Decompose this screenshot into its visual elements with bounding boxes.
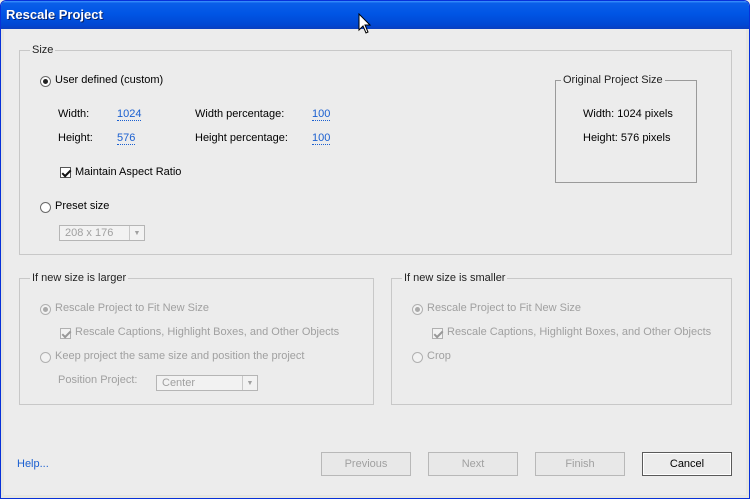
previous-button[interactable]: Previous (321, 452, 411, 476)
original-height-text: Height: 576 pixels (583, 132, 671, 144)
window-title: Rescale Project (6, 7, 103, 22)
smaller-rescale-fit-label[interactable]: Rescale Project to Fit New Size (427, 302, 581, 314)
larger-rescale-fit-radio[interactable] (40, 304, 51, 315)
original-size-legend: Original Project Size (561, 74, 665, 86)
smaller-rescale-fit-radio[interactable] (412, 304, 423, 315)
mouse-cursor-icon (358, 13, 372, 34)
size-legend: Size (30, 44, 56, 56)
preset-size-select[interactable]: 208 x 176 ▼ (59, 225, 145, 241)
smaller-rescale-captions-label[interactable]: Rescale Captions, Highlight Boxes, and O… (447, 326, 711, 338)
size-group: Size User defined (custom) Width: 1024 H… (19, 44, 732, 255)
chevron-down-icon: ▼ (129, 226, 144, 240)
height-percentage-input[interactable]: 100 (312, 132, 331, 145)
preset-size-label[interactable]: Preset size (55, 200, 109, 212)
dialog-body: Size User defined (custom) Width: 1024 H… (4, 29, 746, 495)
position-project-select[interactable]: Center ▼ (156, 375, 258, 391)
rescale-project-dialog: Rescale Project Size User defined (custo… (0, 0, 750, 499)
original-size-box: Original Project Size Width: 1024 pixels… (555, 74, 697, 183)
position-project-label: Position Project: (58, 374, 138, 386)
height-value-input[interactable]: 576 (117, 132, 136, 145)
user-defined-label[interactable]: User defined (custom) (55, 74, 163, 86)
original-width-text: Width: 1024 pixels (583, 108, 673, 120)
preset-size-radio[interactable] (40, 202, 51, 213)
position-project-value: Center (162, 377, 196, 389)
width-percentage-input[interactable]: 100 (312, 108, 331, 121)
smaller-legend: If new size is smaller (402, 272, 508, 284)
title-bar[interactable]: Rescale Project (1, 1, 749, 29)
cancel-button[interactable]: Cancel (642, 452, 732, 476)
keep-same-size-label[interactable]: Keep project the same size and position … (55, 350, 304, 362)
larger-group: If new size is larger Rescale Project to… (19, 272, 374, 405)
height-percentage-label: Height percentage: (195, 132, 288, 144)
crop-label[interactable]: Crop (427, 350, 451, 362)
keep-same-size-radio[interactable] (40, 352, 51, 363)
chevron-down-icon: ▼ (242, 376, 257, 390)
smaller-group: If new size is smaller Rescale Project t… (391, 272, 732, 405)
larger-legend: If new size is larger (30, 272, 129, 284)
maintain-aspect-checkbox[interactable] (60, 167, 71, 178)
larger-rescale-captions-label[interactable]: Rescale Captions, Highlight Boxes, and O… (75, 326, 339, 338)
next-button[interactable]: Next (428, 452, 518, 476)
preset-size-value: 208 x 176 (65, 227, 114, 239)
height-label: Height: (58, 132, 93, 144)
help-link[interactable]: Help... (17, 458, 49, 470)
finish-button[interactable]: Finish (535, 452, 625, 476)
cancel-button-label: Cancel (669, 458, 705, 470)
user-defined-radio[interactable] (40, 76, 51, 87)
crop-radio[interactable] (412, 352, 423, 363)
larger-rescale-captions-checkbox[interactable] (60, 328, 71, 339)
previous-button-label: Previous (344, 458, 388, 470)
width-value-input[interactable]: 1024 (117, 108, 142, 121)
maintain-aspect-label[interactable]: Maintain Aspect Ratio (75, 166, 181, 178)
next-button-label: Next (461, 458, 485, 470)
width-percentage-label: Width percentage: (195, 108, 285, 120)
width-label: Width: (58, 108, 90, 120)
smaller-rescale-captions-checkbox[interactable] (432, 328, 443, 339)
larger-rescale-fit-label[interactable]: Rescale Project to Fit New Size (55, 302, 209, 314)
finish-button-label: Finish (565, 458, 595, 470)
